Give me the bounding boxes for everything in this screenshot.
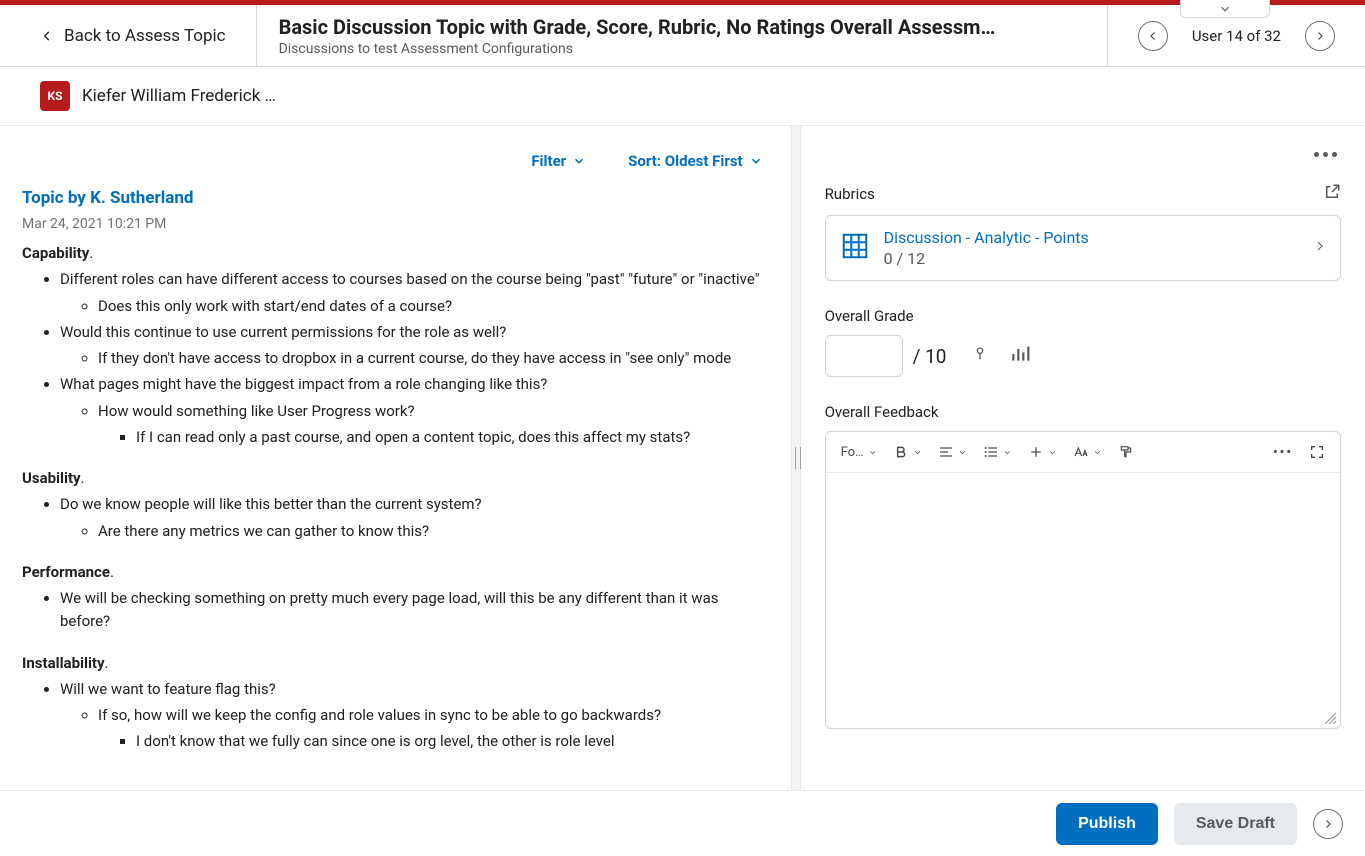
insert-button[interactable] [1023,440,1062,464]
list-item: If they don't have access to dropbox in … [98,347,769,370]
list-item: What pages might have the biggest impact… [60,373,769,449]
align-left-icon [938,444,954,460]
grade-tip-button[interactable] [972,344,988,368]
publish-button[interactable]: Publish [1056,803,1158,845]
feedback-editor: Fo… [825,431,1341,729]
list-item: I don't know that we fully can since one… [136,730,769,753]
chevron-down-icon [1218,2,1232,16]
chevron-down-icon [572,154,586,168]
format-painter-button[interactable] [1113,440,1139,464]
section-heading: Installability [22,654,105,672]
section-heading: Usability [22,469,81,487]
back-label: Back to Assess Topic [64,26,226,46]
format-painter-icon [1118,444,1134,460]
bold-button[interactable] [888,440,927,464]
page-subtitle: Discussions to test Assessment Configura… [279,41,1085,57]
back-button[interactable]: Back to Assess Topic [0,5,257,66]
grade-input[interactable] [825,335,903,377]
overall-feedback-heading: Overall Feedback [825,403,939,421]
chevron-down-icon [1048,448,1057,457]
post-date: Mar 24, 2021 10:21 PM [22,216,769,232]
list-item: Do we know people will like this better … [60,493,769,543]
bar-chart-icon [1010,344,1030,364]
section-heading: Performance [22,563,110,581]
list-button[interactable] [978,440,1017,464]
rubric-card[interactable]: Discussion - Analytic - Points 0 / 12 [825,215,1341,281]
list-item: Will we want to feature flag this?If so,… [60,678,769,754]
next-user-button[interactable] [1305,21,1335,51]
sort-button[interactable]: Sort: Oldest First [628,152,762,170]
filter-button[interactable]: Filter [531,152,586,170]
chevron-left-icon [40,29,54,43]
sort-label: Sort: Oldest First [628,152,742,170]
map-pin-icon [972,344,988,364]
avatar: KS [40,81,70,111]
font-family-select[interactable]: Fo… [836,441,882,464]
rubric-name: Discussion - Analytic - Points [884,228,1300,247]
align-button[interactable] [933,440,972,464]
chevron-down-icon [868,448,877,457]
discussion-panel: Filter Sort: Oldest First Topic by K. Su… [0,126,791,790]
font-size-button[interactable] [1068,440,1107,464]
list-item: If I can read only a past course, and op… [136,426,769,449]
chevron-right-icon [1322,818,1334,830]
editor-toolbar: Fo… [826,432,1340,473]
editor-resize-handle[interactable] [1322,710,1336,724]
header: Back to Assess Topic Basic Discussion To… [0,5,1365,67]
collapse-handle[interactable] [1180,0,1270,18]
bold-icon [893,444,909,460]
chevron-down-icon [1093,448,1102,457]
grade-out-of: / 10 [913,345,947,368]
fullscreen-button[interactable] [1304,440,1330,464]
list-item: Does this only work with start/end dates… [98,295,769,318]
feedback-textarea[interactable] [826,473,1340,728]
list-item: How would something like User Progress w… [98,400,769,450]
plus-icon [1028,444,1044,460]
chevron-down-icon [913,448,922,457]
editor-more-button[interactable]: ••• [1268,441,1298,464]
chevron-left-icon [1147,30,1159,42]
popout-icon [1323,183,1341,201]
post-body: Capability.Different roles can have diff… [22,242,769,754]
footer-next-button[interactable] [1313,809,1343,839]
page-title: Basic Discussion Topic with Grade, Score… [279,15,1085,39]
rubrics-heading: Rubrics [825,185,875,203]
more-actions-button[interactable] [1310,148,1341,161]
list-item: We will be checking something on pretty … [60,587,769,634]
title-block: Basic Discussion Topic with Grade, Score… [257,5,1108,66]
post-author-link[interactable]: Topic by K. Sutherland [22,188,769,208]
grade-stats-button[interactable] [1010,344,1030,368]
chevron-right-icon [1314,30,1326,42]
rubric-icon [840,231,870,265]
list-item: Would this continue to use current permi… [60,321,769,371]
user-row: KS Kiefer William Frederick … [0,67,1365,126]
font-size-icon [1073,444,1089,460]
list-icon [983,444,999,460]
prev-user-button[interactable] [1138,21,1168,51]
fullscreen-icon [1309,444,1325,460]
chevron-down-icon [958,448,967,457]
panel-resize-handle[interactable] [791,126,801,790]
list-item: If so, how will we keep the config and r… [98,704,769,754]
list-item: Are there any metrics we can gather to k… [98,520,769,543]
footer: Publish Save Draft [0,790,1365,856]
user-display-name: Kiefer William Frederick … [82,86,276,106]
list-item: Different roles can have different acces… [60,268,769,318]
user-progress-label: User 14 of 32 [1192,27,1281,45]
assessment-panel: Rubrics Discussion - Analytic - Points 0… [801,126,1365,790]
chevron-right-icon [1314,238,1326,258]
rubrics-popout-button[interactable] [1323,183,1341,205]
chevron-down-icon [749,154,763,168]
filter-label: Filter [531,152,566,170]
save-draft-button[interactable]: Save Draft [1174,803,1297,845]
section-heading: Capability [22,244,89,262]
rubric-score: 0 / 12 [884,249,1300,268]
chevron-down-icon [1003,448,1012,457]
overall-grade-heading: Overall Grade [825,307,914,325]
